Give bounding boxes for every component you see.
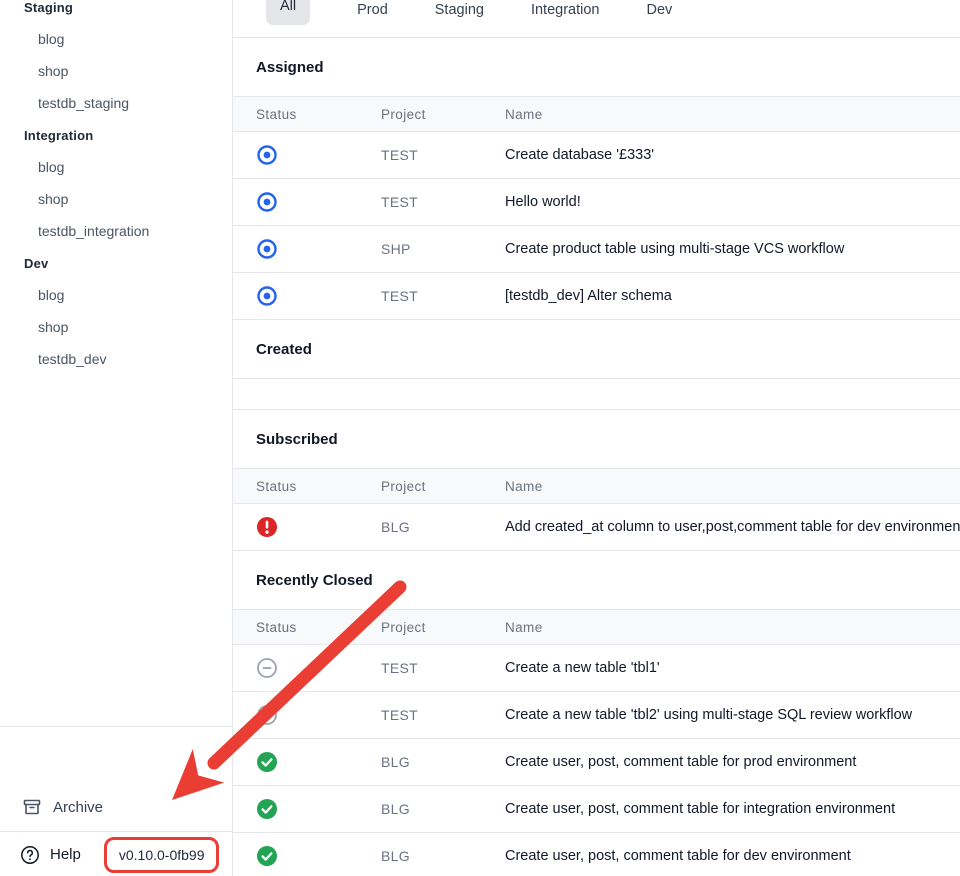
- column-header-status: Status: [256, 620, 381, 635]
- sidebar-nav: Stagingblogshoptestdb_stagingIntegration…: [0, 0, 232, 375]
- sidebar-item-archive[interactable]: Archive: [0, 783, 232, 831]
- issue-project: BLG: [381, 801, 505, 817]
- sidebar-item-testdb_integration[interactable]: testdb_integration: [0, 215, 232, 247]
- issue-name: Create a new table 'tbl2' using multi-st…: [505, 707, 960, 723]
- sidebar-item-blog[interactable]: blog: [0, 23, 232, 55]
- issue-row[interactable]: SHPCreate product table using multi-stag…: [233, 226, 960, 273]
- section-heading-created: Created: [233, 320, 960, 378]
- sidebar-item-blog[interactable]: blog: [0, 151, 232, 183]
- environment-tabs: All Prod Staging Integration Dev: [233, 0, 960, 38]
- tab-staging[interactable]: Staging: [435, 0, 484, 20]
- empty-issue-list: [233, 378, 960, 410]
- issue-project: TEST: [381, 147, 505, 163]
- column-header-project: Project: [381, 620, 505, 635]
- issue-project: BLG: [381, 848, 505, 864]
- issue-row[interactable]: BLGCreate user, post, comment table for …: [233, 833, 960, 876]
- column-header-project: Project: [381, 107, 505, 122]
- sidebar-group-integration: Integration: [0, 119, 232, 151]
- main-content: AllProdStagingIntegrationDev AssignedSta…: [233, 0, 960, 876]
- issue-name: Create user, post, comment table for pro…: [505, 754, 960, 770]
- issue-dashboard: Stagingblogshoptestdb_stagingIntegration…: [0, 0, 960, 876]
- sidebar-item-testdb_staging[interactable]: testdb_staging: [0, 87, 232, 119]
- section-heading-recently-closed: Recently Closed: [233, 551, 960, 609]
- issue-row[interactable]: TEST[testdb_dev] Alter schema: [233, 273, 960, 320]
- status-open-icon: [256, 238, 278, 260]
- tab-all[interactable]: All: [266, 0, 310, 25]
- sidebar-item-shop[interactable]: shop: [0, 311, 232, 343]
- status-done-icon: [256, 798, 278, 820]
- sidebar-item-shop[interactable]: shop: [0, 183, 232, 215]
- table-header: StatusProjectName: [233, 609, 960, 645]
- help-icon[interactable]: [20, 845, 40, 865]
- column-header-status: Status: [256, 479, 381, 494]
- tab-integration[interactable]: Integration: [531, 0, 600, 20]
- issue-row[interactable]: BLGAdd created_at column to user,post,co…: [233, 504, 960, 551]
- status-failed-icon: [256, 516, 278, 538]
- status-open-icon: [256, 144, 278, 166]
- sidebar-group-staging: Staging: [0, 0, 232, 23]
- issue-project: BLG: [381, 754, 505, 770]
- section-heading-subscribed: Subscribed: [233, 410, 960, 468]
- table-header: StatusProjectName: [233, 468, 960, 504]
- column-header-status: Status: [256, 107, 381, 122]
- sidebar-group-dev: Dev: [0, 247, 232, 279]
- archive-label: Archive: [53, 799, 103, 816]
- sidebar: Stagingblogshoptestdb_stagingIntegration…: [0, 0, 233, 876]
- issue-project: TEST: [381, 707, 505, 723]
- issue-row[interactable]: TESTCreate a new table 'tbl1': [233, 645, 960, 692]
- status-open-icon: [256, 191, 278, 213]
- status-open-icon: [256, 285, 278, 307]
- section-heading-assigned: Assigned: [233, 38, 960, 96]
- issue-project: BLG: [381, 519, 505, 535]
- issue-row[interactable]: BLGCreate user, post, comment table for …: [233, 739, 960, 786]
- sidebar-item-blog[interactable]: blog: [0, 279, 232, 311]
- issue-project: TEST: [381, 194, 505, 210]
- issue-project: TEST: [381, 660, 505, 676]
- column-header-project: Project: [381, 479, 505, 494]
- issue-name: Create database '£333': [505, 147, 960, 163]
- issue-name: Hello world!: [505, 194, 960, 210]
- sidebar-bottom-panel: Archive Help v0.10.0-0fb99: [0, 726, 232, 876]
- tab-dev[interactable]: Dev: [646, 0, 672, 20]
- issue-row[interactable]: BLGCreate user, post, comment table for …: [233, 786, 960, 833]
- issue-name: Create user, post, comment table for dev…: [505, 848, 960, 864]
- column-header-name: Name: [505, 479, 960, 494]
- version-badge: v0.10.0-0fb99: [104, 837, 220, 873]
- issue-sections: AssignedStatusProjectNameTESTCreate data…: [233, 38, 960, 876]
- issue-row[interactable]: TESTHello world!: [233, 179, 960, 226]
- issue-row[interactable]: TESTCreate a new table 'tbl2' using mult…: [233, 692, 960, 739]
- status-done-icon: [256, 751, 278, 773]
- tab-prod[interactable]: Prod: [357, 0, 388, 20]
- help-label[interactable]: Help: [50, 846, 81, 863]
- column-header-name: Name: [505, 107, 960, 122]
- sidebar-item-testdb_dev[interactable]: testdb_dev: [0, 343, 232, 375]
- column-header-name: Name: [505, 620, 960, 635]
- archive-icon: [22, 797, 42, 817]
- status-canceled-icon: [256, 704, 278, 726]
- issue-name: [testdb_dev] Alter schema: [505, 288, 960, 304]
- table-header: StatusProjectName: [233, 96, 960, 132]
- help-row: Help v0.10.0-0fb99: [0, 831, 232, 876]
- issue-name: Create product table using multi-stage V…: [505, 241, 960, 257]
- sidebar-item-shop[interactable]: shop: [0, 55, 232, 87]
- issue-project: SHP: [381, 241, 505, 257]
- issue-project: TEST: [381, 288, 505, 304]
- issue-row[interactable]: TESTCreate database '£333': [233, 132, 960, 179]
- issue-name: Add created_at column to user,post,comme…: [505, 519, 960, 535]
- status-canceled-icon: [256, 657, 278, 679]
- issue-name: Create a new table 'tbl1': [505, 660, 960, 676]
- issue-name: Create user, post, comment table for int…: [505, 801, 960, 817]
- status-done-icon: [256, 845, 278, 867]
